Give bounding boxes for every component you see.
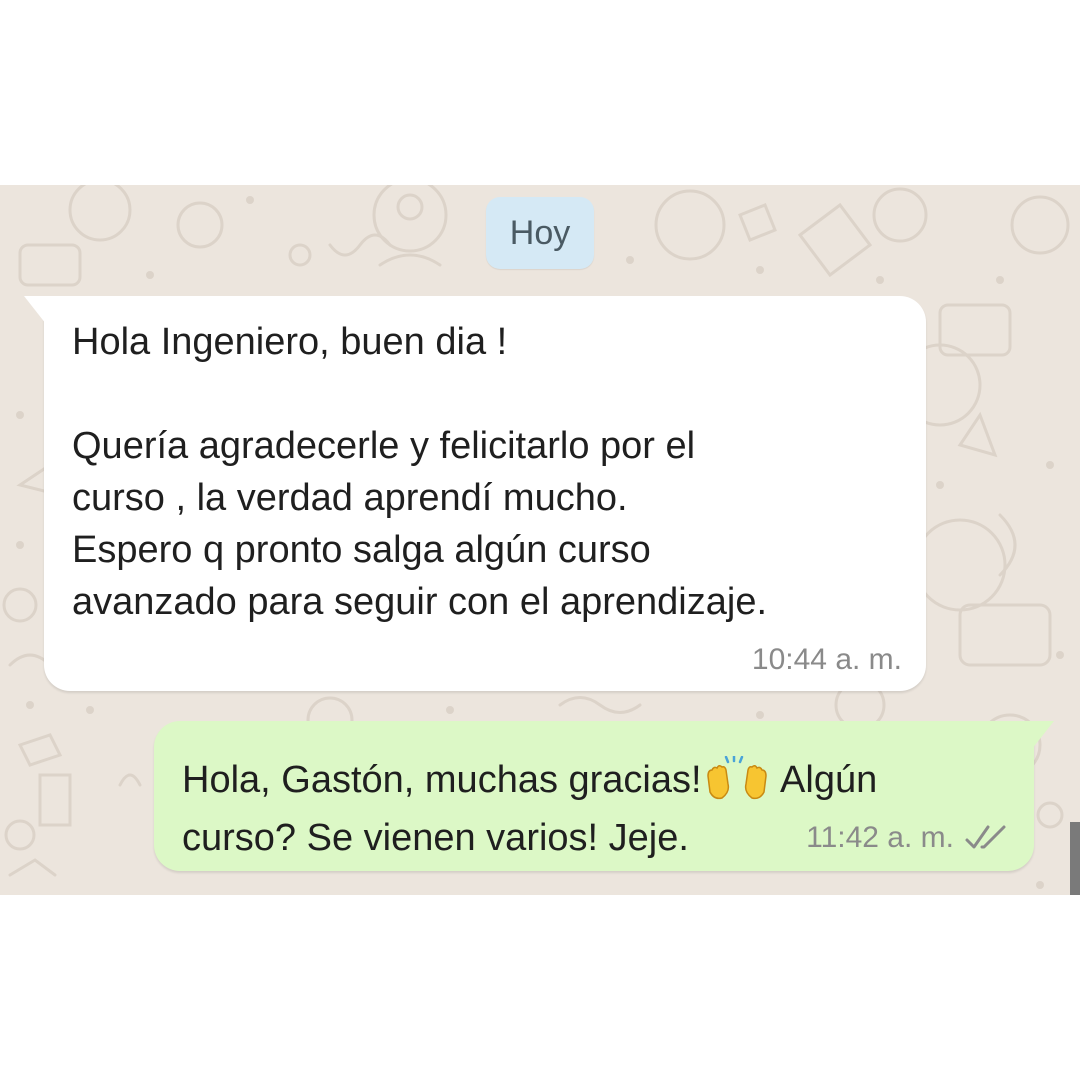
message-line: Quería agradecerle y felicitarlo por el	[72, 425, 696, 467]
outgoing-message-bubble[interactable]: Hola, Gastón, muchas gracias! Algún curs…	[154, 721, 1054, 871]
chat-area[interactable]: Hoy Hola Ingeniero, buen dia ! Quería ag…	[0, 185, 1080, 895]
message-line: avanzado para seguir con el aprendizaje.	[72, 581, 768, 623]
message-text-segment: Hola, Gastón, muchas gracias!	[182, 759, 702, 801]
incoming-bubble-tail	[24, 296, 46, 324]
message-line: Hola, Gastón, muchas gracias! Algún	[182, 751, 982, 809]
message-text-segment: Algún	[771, 759, 878, 801]
outgoing-message-timestamp: 11:42 a. m.	[806, 821, 954, 854]
message-line: Hola Ingeniero, buen dia !	[72, 321, 508, 363]
date-separator-chip: Hoy	[486, 197, 594, 269]
incoming-message-bubble[interactable]: Hola Ingeniero, buen dia ! Quería agrade…	[24, 296, 926, 691]
scrollbar-thumb[interactable]	[1070, 822, 1080, 895]
outgoing-bubble-tail	[1032, 721, 1054, 749]
incoming-message-timestamp: 10:44 a. m.	[751, 643, 902, 676]
date-separator-label: Hoy	[509, 213, 571, 252]
outgoing-message-meta: 11:42 a. m.	[806, 821, 1008, 855]
message-line: Espero q pronto salga algún curso	[72, 529, 651, 571]
incoming-message-text: Hola Ingeniero, buen dia ! Quería agrade…	[72, 316, 902, 628]
double-check-icon	[965, 825, 1006, 849]
message-line: curso , la verdad aprendí mucho.	[72, 477, 628, 519]
message-line-blank	[72, 368, 902, 420]
raising-hands-emoji-icon	[706, 756, 767, 800]
